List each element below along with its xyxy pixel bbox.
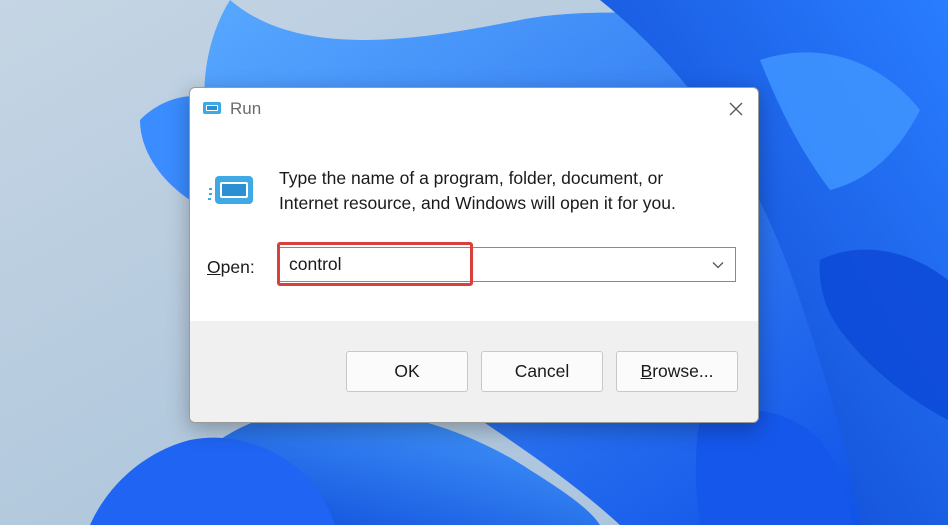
- button-bar: OK Cancel Browse...: [190, 321, 758, 422]
- title-bar[interactable]: Run: [190, 88, 758, 130]
- dialog-description: Type the name of a program, folder, docu…: [279, 168, 676, 213]
- open-label-accelerator: O: [207, 257, 221, 277]
- browse-label: rowse...: [652, 361, 714, 381]
- close-button[interactable]: [718, 92, 754, 126]
- run-icon: [202, 100, 222, 116]
- open-combobox[interactable]: [279, 247, 736, 282]
- cancel-button[interactable]: Cancel: [481, 351, 603, 392]
- desktop: Run Type the name of a program, folder, …: [0, 0, 948, 525]
- open-input[interactable]: [280, 248, 700, 281]
- run-dialog: Run Type the name of a program, folder, …: [189, 87, 759, 423]
- chevron-down-icon[interactable]: [712, 261, 724, 269]
- browse-accelerator: B: [640, 361, 653, 381]
- ok-button[interactable]: OK: [346, 351, 468, 392]
- dialog-title: Run: [230, 99, 262, 118]
- run-program-icon: [208, 172, 254, 208]
- browse-button[interactable]: Browse...: [616, 351, 738, 392]
- open-label: Open:: [207, 257, 255, 278]
- close-icon[interactable]: [728, 101, 744, 117]
- open-label-text: pen:: [220, 257, 255, 277]
- open-dropdown-button[interactable]: [703, 249, 733, 280]
